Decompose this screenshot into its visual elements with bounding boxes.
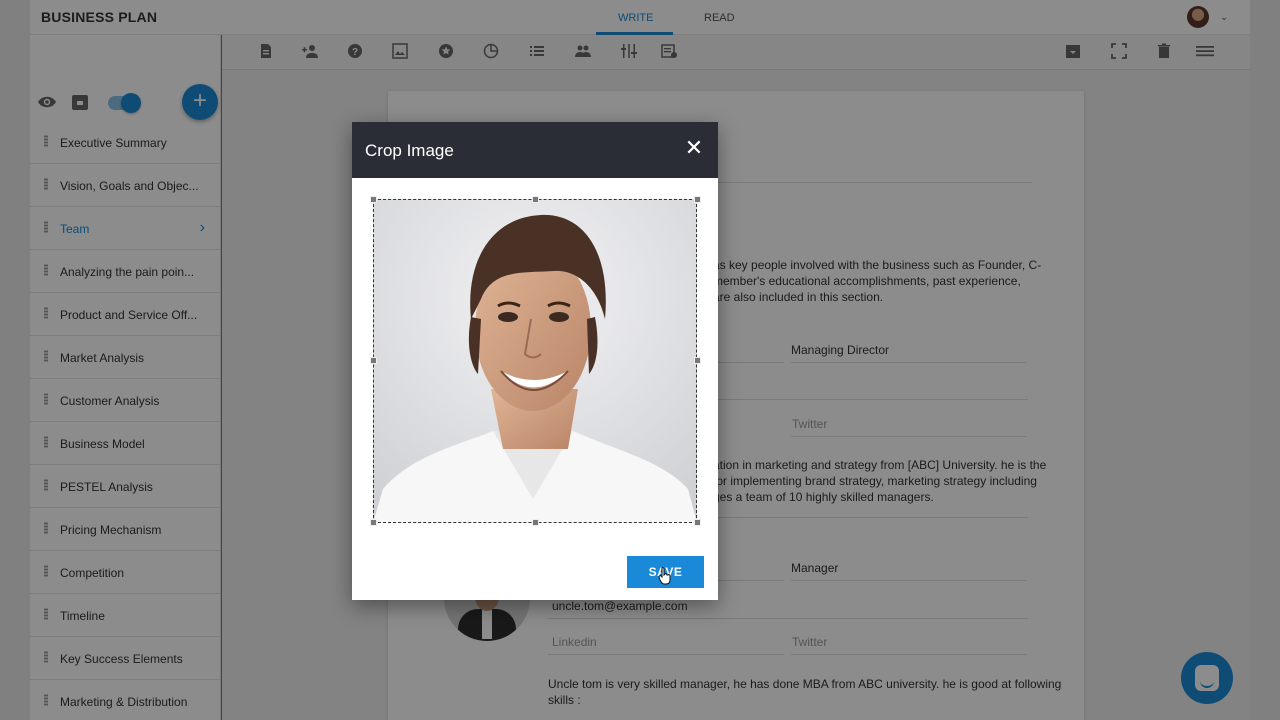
dialog-header: Crop Image ✕: [352, 122, 718, 178]
crop-handle-top-left[interactable]: [370, 196, 377, 203]
crop-selection-frame[interactable]: [373, 199, 697, 523]
crop-handle-top[interactable]: [532, 196, 539, 203]
crop-handle-left[interactable]: [370, 357, 377, 364]
dialog-title: Crop Image: [365, 141, 454, 160]
hand-cursor-icon: [658, 567, 671, 585]
crop-handle-bottom-right[interactable]: [694, 519, 701, 526]
crop-image-dialog: Crop Image ✕ SAVE: [352, 122, 718, 600]
crop-handle-bottom[interactable]: [532, 519, 539, 526]
close-icon[interactable]: ✕: [684, 137, 704, 159]
crop-handle-right[interactable]: [694, 357, 701, 364]
crop-handle-bottom-left[interactable]: [370, 519, 377, 526]
crop-handle-top-right[interactable]: [694, 196, 701, 203]
